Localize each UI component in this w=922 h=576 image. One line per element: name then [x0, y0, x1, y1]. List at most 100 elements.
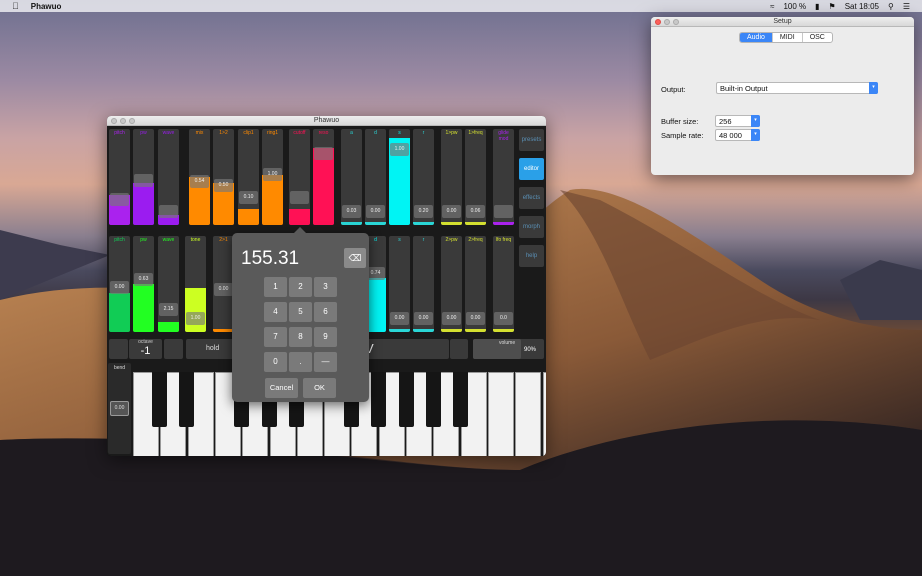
buffer-size-select[interactable]: 256 ▾	[715, 115, 760, 127]
sample-rate-select[interactable]: 48 000 ▾	[715, 129, 760, 141]
fader-s[interactable]: s 0.00	[389, 236, 410, 332]
notification-center-icon[interactable]: ☰	[903, 2, 910, 11]
menu-app-name[interactable]: Phawuo	[31, 2, 62, 11]
output-select[interactable]: Built-in Output ▾	[716, 82, 878, 94]
fader-value: 0.10	[239, 191, 258, 204]
close-button[interactable]	[655, 19, 661, 25]
phawuo-titlebar[interactable]: Phawuo	[107, 116, 546, 126]
zoom-button[interactable]	[673, 19, 679, 25]
wifi-icon[interactable]: ≈	[770, 2, 774, 11]
fader-value: 0.54	[190, 175, 209, 188]
keypad-key-6[interactable]: 6	[314, 302, 337, 322]
bend-wheel[interactable]: bend 0.00	[108, 363, 131, 454]
close-button[interactable]	[111, 118, 117, 124]
fader-a[interactable]: a 0.03	[341, 129, 362, 225]
keypad-key-8[interactable]: 8	[289, 327, 312, 347]
spotlight-search-icon[interactable]: ⚲	[888, 2, 894, 11]
keypad-key-minus[interactable]: —	[314, 352, 337, 372]
black-key[interactable]	[371, 372, 386, 427]
hold-button[interactable]: hold	[186, 339, 236, 359]
fader-2-1[interactable]: 2>1 0.00	[213, 236, 234, 332]
side-editor[interactable]: editor	[519, 158, 544, 180]
fader-ring1[interactable]: ring1 1.00	[262, 129, 283, 225]
fader-r[interactable]: r 0.20	[413, 129, 434, 225]
keypad-key-3[interactable]: 3	[314, 277, 337, 297]
side-effects[interactable]: effects	[519, 187, 544, 209]
tab-audio[interactable]: Audio	[740, 33, 773, 42]
octave-down-button[interactable]	[109, 339, 128, 359]
volume-slider[interactable]: volume 90%	[473, 339, 544, 359]
fader-fill	[185, 288, 206, 332]
fader-label: clip1	[243, 130, 254, 136]
battery-icon[interactable]: ▮	[815, 2, 819, 11]
black-key[interactable]	[426, 372, 441, 427]
backspace-button[interactable]: ⌫	[344, 248, 366, 268]
fader-clip1[interactable]: clip1 0.10	[238, 129, 259, 225]
minimize-button[interactable]	[664, 19, 670, 25]
fader-pitch[interactable]: pitch	[109, 129, 130, 225]
preset-name-display[interactable]: V	[357, 339, 449, 359]
fader-fill	[341, 222, 362, 225]
keypad-key-0[interactable]: 0	[264, 352, 287, 372]
flag-icon[interactable]: ⚑	[829, 2, 836, 11]
fader-fill	[262, 175, 283, 225]
keypad-key-9[interactable]: 9	[314, 327, 337, 347]
fader-value: 0.00	[442, 312, 461, 325]
fader-tone[interactable]: tone 1.00	[185, 236, 206, 332]
side-presets[interactable]: presets	[519, 129, 544, 151]
cancel-button[interactable]: Cancel	[265, 378, 298, 398]
fader-pitch[interactable]: pitch 0.00	[109, 236, 130, 332]
setup-window: Setup Audio MIDI OSC Output: Built-in Ou…	[651, 17, 914, 175]
fader-cutoff[interactable]: cutoff	[289, 129, 310, 225]
fader-reso[interactable]: reso	[313, 129, 334, 225]
fader-fill	[365, 222, 386, 225]
fader-value: 0.00	[442, 205, 461, 218]
fader-pw[interactable]: pw 0.63	[133, 236, 154, 332]
black-key[interactable]	[179, 372, 194, 427]
fader-label: cutoff	[293, 130, 306, 136]
preset-next-button[interactable]	[450, 339, 468, 359]
fader-pw[interactable]: pw	[133, 129, 154, 225]
fader-wave[interactable]: wave	[158, 129, 179, 225]
fader-mix[interactable]: mix 0.54	[189, 129, 210, 225]
fader-value	[494, 205, 513, 218]
keypad-key-4[interactable]: 4	[264, 302, 287, 322]
white-key[interactable]	[487, 372, 514, 456]
fader-2-freq[interactable]: 2>freq 0.00	[465, 236, 486, 332]
white-key[interactable]	[515, 372, 542, 456]
keypad-key-7[interactable]: 7	[264, 327, 287, 347]
fader-1-freq[interactable]: 1>freq 0.06	[465, 129, 486, 225]
fader-s[interactable]: s 1.00	[389, 129, 410, 225]
chevron-updown-icon: ▾	[869, 82, 878, 94]
fader-wave[interactable]: wave 2.15	[158, 236, 179, 332]
zoom-button[interactable]	[129, 118, 135, 124]
menu-clock[interactable]: Sat 18:05	[845, 2, 879, 11]
keypad-key-1[interactable]: 1	[264, 277, 287, 297]
fader-r[interactable]: r 0.00	[413, 236, 434, 332]
setup-titlebar[interactable]: Setup	[651, 17, 914, 27]
black-key[interactable]	[399, 372, 414, 427]
side-help[interactable]: help	[519, 245, 544, 267]
tab-osc[interactable]: OSC	[803, 33, 832, 42]
fader-label: a	[350, 130, 353, 136]
keypad-key-dot[interactable]: .	[289, 352, 312, 372]
fader-2-pw[interactable]: 2>pw 0.00	[441, 236, 462, 332]
white-key[interactable]	[542, 372, 546, 456]
fader-d[interactable]: d 0.00	[365, 129, 386, 225]
tab-midi[interactable]: MIDI	[773, 33, 803, 42]
fader-1-2[interactable]: 1>2 0.50	[213, 129, 234, 225]
ok-button[interactable]: OK	[303, 378, 336, 398]
fader-fill	[413, 222, 434, 225]
fader-lfo-freq[interactable]: lfo freq 0.0	[493, 236, 514, 332]
side-morph[interactable]: morph	[519, 216, 544, 238]
octave-up-button[interactable]	[164, 339, 183, 359]
fader-1-pw[interactable]: 1>pw 0.00	[441, 129, 462, 225]
fader-glide-mod[interactable]: glide mod	[493, 129, 514, 225]
black-key[interactable]	[152, 372, 167, 427]
keypad-key-2[interactable]: 2	[289, 277, 312, 297]
black-key[interactable]	[453, 372, 468, 427]
keypad-key-5[interactable]: 5	[289, 302, 312, 322]
fader-label: s	[398, 237, 401, 243]
minimize-button[interactable]	[120, 118, 126, 124]
apple-menu-icon[interactable]: 	[12, 1, 19, 11]
